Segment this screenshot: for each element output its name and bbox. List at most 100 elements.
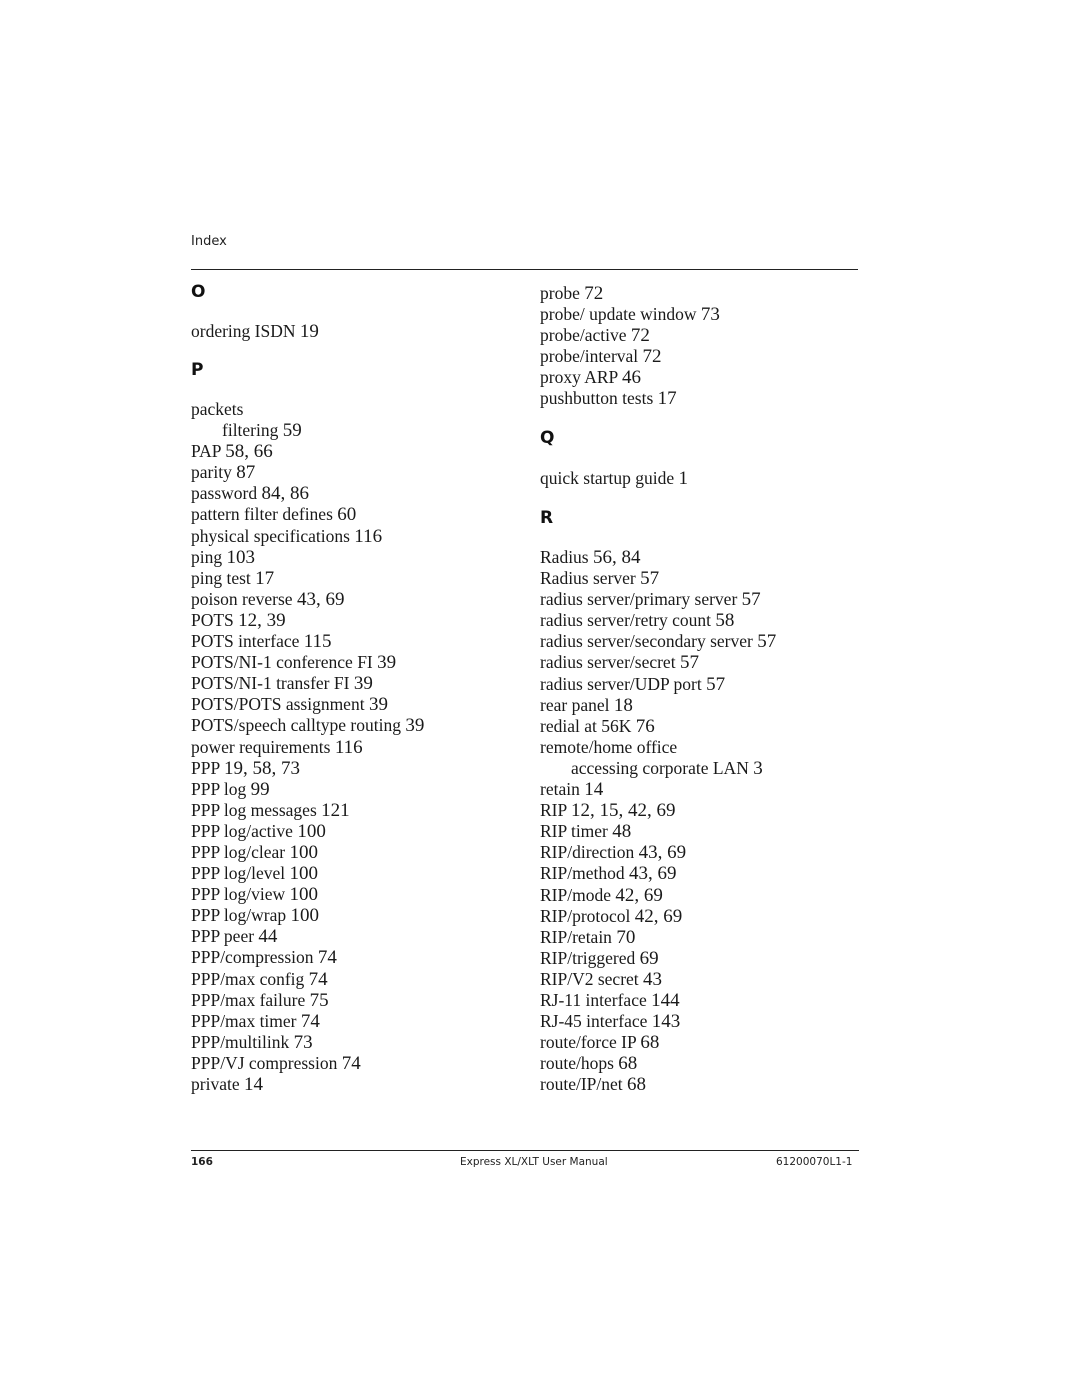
index-page-refs: 39 [377, 652, 397, 674]
index-page-refs: 57 [679, 652, 699, 674]
index-term: PPP log/view [191, 884, 286, 905]
index-page-refs: 19, 58, 73 [223, 757, 300, 779]
index-entry: RIP timer 48 [540, 821, 776, 842]
index-page-refs: 17 [657, 388, 677, 410]
index-term: POTS/NI-1 conference FI [191, 652, 373, 673]
index-entry: RIP/triggered 69 [540, 948, 776, 969]
index-page-refs: 68 [640, 1032, 660, 1054]
index-entry: radius server/secondary server 57 [540, 631, 776, 652]
index-term: packets [191, 399, 244, 419]
index-page-refs: 60 [337, 504, 357, 526]
index-term: PPP peer [191, 926, 255, 947]
index-entry: parity 87 [191, 462, 424, 483]
section-entries-o: ordering ISDN 19 [191, 321, 319, 342]
index-term: proxy ARP [540, 367, 618, 388]
index-page-refs: 56, 84 [593, 547, 641, 568]
index-term: radius server/primary server [540, 589, 738, 610]
index-entry: PPP/multilink 73 [191, 1032, 424, 1053]
index-page-refs: 72 [584, 283, 604, 304]
index-page-refs: 18 [613, 694, 633, 716]
index-entry: quick startup guide 1 [540, 468, 688, 489]
index-term: rear panel [540, 694, 610, 715]
index-page-refs: 121 [321, 799, 350, 821]
index-page-refs: 14 [243, 1074, 263, 1095]
index-page-refs: 59 [282, 420, 302, 442]
index-entry: PPP 19, 58, 73 [191, 758, 424, 779]
index-entry: POTS/speech calltype routing 39 [191, 715, 424, 736]
index-page-refs: 43, 69 [296, 588, 345, 610]
index-page-refs: 84, 86 [261, 483, 309, 505]
index-term: POTS/speech calltype routing [191, 715, 401, 736]
index-page-refs: 58, 66 [225, 441, 273, 463]
index-entry: RIP/protocol 42, 69 [540, 906, 776, 927]
index-page-refs: 100 [290, 905, 320, 927]
index-entry: private 14 [191, 1074, 424, 1095]
index-entry: Radius 56, 84 [540, 547, 776, 568]
index-entry: remote/home office [540, 737, 776, 758]
index-term: probe [540, 283, 580, 303]
index-entry: probe/ update window 73 [540, 304, 720, 325]
index-page-refs: 76 [635, 715, 655, 737]
index-term: radius server/UDP port [540, 673, 702, 694]
index-page-refs: 58 [715, 610, 735, 632]
index-term: Radius [540, 547, 589, 567]
index-term: remote/home office [540, 736, 678, 757]
index-term: pushbutton tests [540, 388, 654, 409]
index-page-refs: 68 [627, 1074, 646, 1096]
section-letter-p: P [191, 360, 204, 380]
footer-manual-title: Express XL/XLT User Manual [460, 1156, 608, 1168]
index-entry: radius server/retry count 58 [540, 610, 776, 631]
index-page-refs: 100 [297, 820, 326, 842]
section-entries-r: Radius 56, 84 Radius server 57 radius serv… [540, 547, 776, 1095]
index-page-refs: 48 [612, 821, 632, 843]
index-term: radius server/secret [540, 652, 676, 673]
index-term: radius server/secondary server [540, 631, 753, 652]
index-entry: route/IP/net 68 [540, 1074, 776, 1095]
index-term: redial at 56K [540, 715, 632, 736]
index-term: radius server/retry count [540, 610, 712, 631]
index-page-refs: 68 [618, 1053, 638, 1075]
index-term: PPP/VJ compression [191, 1052, 338, 1073]
index-entry: retain 14 [540, 779, 776, 800]
index-term: PAP [191, 441, 221, 462]
index-term: RIP/direction [540, 842, 635, 863]
index-entry: packets [191, 399, 424, 420]
index-entry: probe/active 72 [540, 325, 720, 346]
index-entry: PPP log/view 100 [191, 884, 424, 905]
index-entry: probe/interval 72 [540, 346, 720, 367]
index-term: quick startup guide [540, 468, 675, 488]
index-entry: RIP/method 43, 69 [540, 863, 776, 884]
index-page-refs: 46 [622, 367, 642, 389]
index-term: pattern filter defines [191, 504, 333, 525]
index-entry: redial at 56K 76 [540, 716, 776, 737]
index-term: probe/active [540, 325, 627, 346]
index-term: physical specifications [191, 525, 350, 546]
index-page-refs: 73 [700, 304, 720, 326]
index-term: RIP/triggered [540, 947, 636, 968]
section-entries-p: packets filtering 59 PAP 58, 66 parity 87 pa… [191, 399, 424, 1095]
index-entry: ping 103 [191, 547, 424, 568]
index-entry: poison reverse 43, 69 [191, 589, 424, 610]
index-term: RIP timer [540, 821, 608, 842]
index-entry: RIP/mode 42, 69 [540, 885, 776, 906]
index-entry: PPP log/level 100 [191, 863, 424, 884]
index-page-refs: 19 [299, 321, 319, 342]
index-entry: pushbutton tests 17 [540, 388, 720, 409]
index-term: private [191, 1074, 240, 1094]
index-page-refs: 57 [741, 589, 761, 611]
index-term: RIP [540, 800, 567, 821]
index-term: POTS interface [191, 631, 300, 652]
index-page-refs: 12, 39 [238, 609, 286, 631]
index-subentry: accessing corporate LAN 3 [540, 758, 776, 779]
footer-rule [191, 1150, 859, 1151]
index-term: PPP [191, 757, 220, 778]
index-page-refs: 74 [341, 1052, 361, 1074]
index-page-refs: 1 [678, 468, 689, 489]
index-page-refs: 57 [640, 568, 660, 590]
index-page-refs: 100 [289, 841, 319, 863]
index-page-refs: 116 [354, 525, 383, 547]
index-page-refs: 74 [308, 968, 328, 990]
index-page-refs: 100 [289, 863, 319, 885]
index-term: PPP log/active [191, 820, 293, 841]
index-entry: radius server/secret 57 [540, 652, 776, 673]
